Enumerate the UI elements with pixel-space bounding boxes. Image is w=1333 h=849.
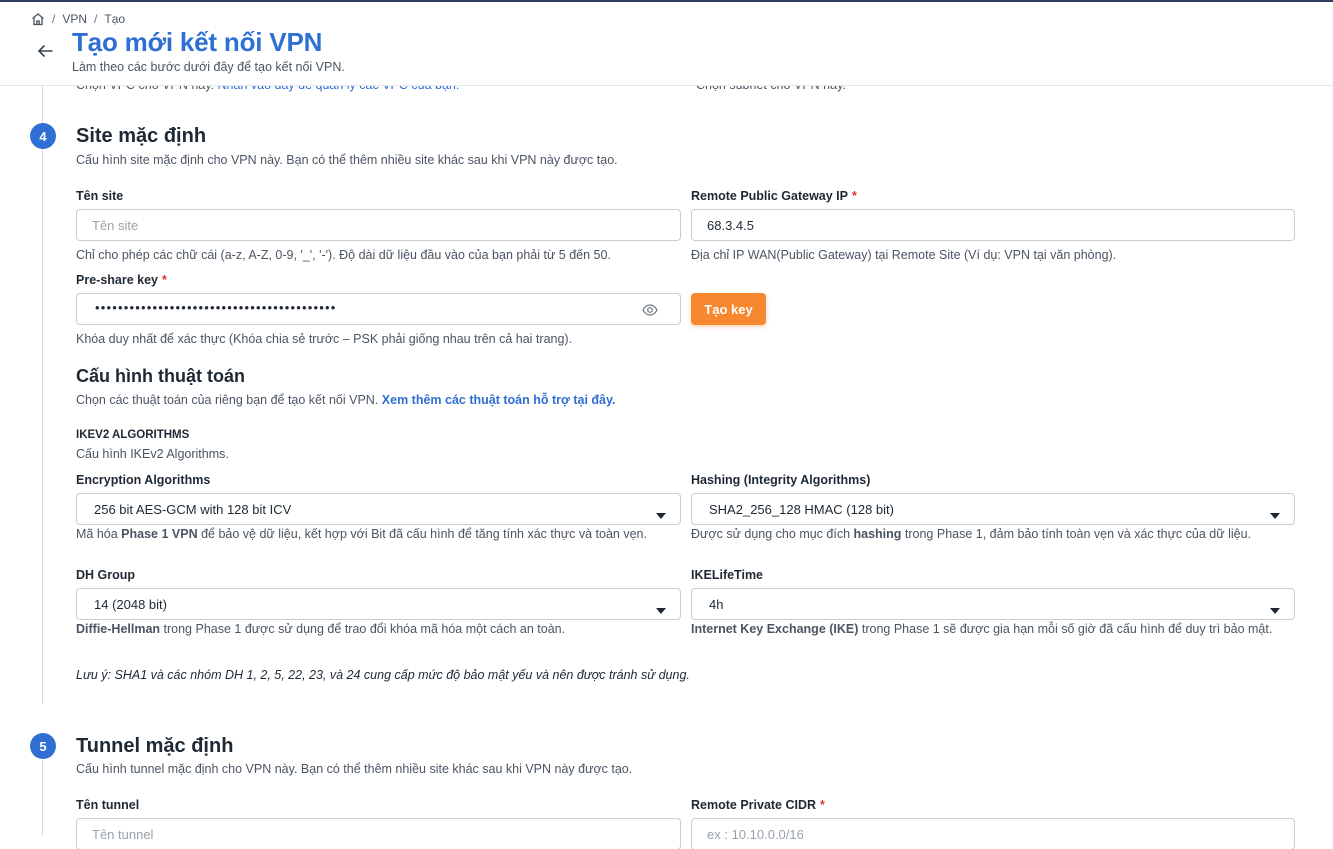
breadcrumb-separator: / [52,12,56,26]
hashing-select[interactable]: SHA2_256_128 HMAC (128 bit) [691,493,1295,525]
caret-down-icon [1270,601,1280,619]
page-subtitle: Làm theo các bước dưới đây để tạo kết nố… [72,60,345,74]
remote-gateway-help: Địa chỉ IP WAN(Public Gateway) tại Remot… [691,248,1117,262]
algorithm-description-text: Chọn các thuật toán của riêng bạn để tạo… [76,393,379,407]
remote-gateway-input[interactable] [691,209,1295,241]
step-5-title: Tunnel mặc định [76,735,234,757]
breadcrumb: / VPN / Tạo [31,12,125,26]
tunnel-name-label: Tên tunnel [76,798,140,812]
caret-down-icon [1270,506,1280,524]
tunnel-name-input[interactable] [76,818,681,849]
ike-lifetime-help: Internet Key Exchange (IKE) trong Phase … [691,622,1273,636]
site-name-label: Tên site [76,189,124,203]
dh-group-select[interactable]: 14 (2048 bit) [76,588,681,620]
dh-group-help: Diffie-Hellman trong Phase 1 được sử dụn… [76,622,566,636]
caret-down-icon [656,601,666,619]
ikev2-title: IKEV2 ALGORITHMS [76,429,190,441]
required-mark: * [852,189,857,203]
eye-icon[interactable] [642,303,658,321]
preshare-key-help: Khóa duy nhất để xác thực (Khóa chia sẻ … [76,332,573,346]
step-4-line [42,86,43,704]
preshare-key-value: ••••••••••••••••••••••••••••••••••••••••… [95,300,337,315]
breadcrumb-separator: / [94,12,98,26]
algorithm-config-description: Chọn các thuật toán của riêng bạn để tạo… [76,393,615,407]
preshare-key-input[interactable]: ••••••••••••••••••••••••••••••••••••••••… [76,293,681,325]
dh-group-value: 14 (2048 bit) [94,597,167,612]
required-mark: * [820,798,825,812]
step-5-line [42,760,43,836]
encryption-select[interactable]: 256 bit AES-GCM with 128 bit ICV [76,493,681,525]
hashing-value: SHA2_256_128 HMAC (128 bit) [709,502,894,517]
supported-algorithms-link[interactable]: Xem thêm các thuật toán hỗ trợ tại đây. [382,393,616,407]
encryption-help: Mã hóa Phase 1 VPN để bảo vệ dữ liệu, kế… [76,527,647,541]
ike-lifetime-label: IKELifeTime [691,568,764,582]
ike-lifetime-select[interactable]: 4h [691,588,1295,620]
remote-cidr-label: Remote Private CIDR * [691,798,825,812]
step-5-description: Cấu hình tunnel mặc định cho VPN này. Bạ… [76,762,633,776]
ikev2-description: Cấu hình IKEv2 Algorithms. [76,447,229,461]
page-title: Tạo mới kết nối VPN [72,27,323,57]
hashing-help: Được sử dụng cho mục đích hashing trong … [691,527,1252,541]
ike-lifetime-value: 4h [709,597,724,612]
page-header: / VPN / Tạo Tạo mới kết nối VPN Làm theo… [0,2,1333,86]
step-5-badge: 5 [30,733,56,759]
dh-group-label: DH Group [76,568,136,582]
required-mark: * [162,273,167,287]
generate-key-button[interactable]: Tạo key [691,293,766,325]
caret-down-icon [656,506,666,524]
encryption-label: Encryption Algorithms [76,473,211,487]
preshare-key-label: Pre-share key * [76,273,167,287]
breadcrumb-vpn[interactable]: VPN [62,12,87,26]
breadcrumb-create: Tạo [104,12,126,26]
hashing-label: Hashing (Integrity Algorithms) [691,473,871,487]
step-4-badge: 4 [30,123,56,149]
step-4-title: Site mặc định [76,125,207,147]
site-name-input[interactable] [76,209,681,241]
algorithm-config-title: Cấu hình thuật toán [76,366,245,386]
remote-cidr-input[interactable] [691,818,1295,849]
encryption-value: 256 bit AES-GCM with 128 bit ICV [94,502,292,517]
arrow-left-icon [36,45,54,64]
back-button[interactable] [36,42,56,62]
step-4-description: Cấu hình site mặc định cho VPN này. Bạn … [76,153,618,167]
remote-gateway-label: Remote Public Gateway IP * [691,189,857,203]
home-icon[interactable] [31,12,45,26]
security-note: Lưu ý: SHA1 và các nhóm DH 1, 2, 5, 22, … [76,668,690,682]
site-name-help: Chỉ cho phép các chữ cái (a-z, A-Z, 0-9,… [76,248,611,262]
